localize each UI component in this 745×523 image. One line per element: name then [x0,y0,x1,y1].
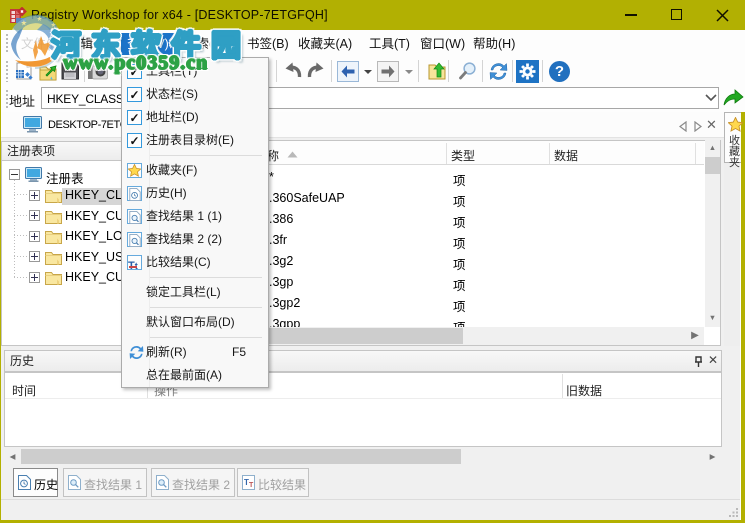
svg-text:T: T [249,482,254,489]
